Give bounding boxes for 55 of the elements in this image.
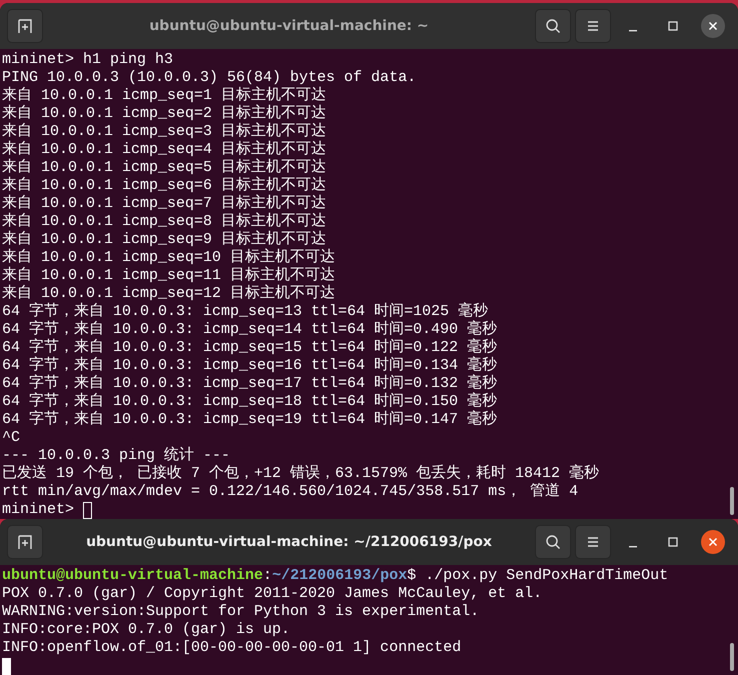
minimize-icon [629, 30, 637, 32]
terminal-line: ^C [2, 429, 22, 447]
terminal-line: 64 字节，来自 10.0.0.3: icmp_seq=15 ttl=64 时间=0.122 毫秒 [2, 339, 498, 356]
terminal-line: mininet> h1 ping h3 [2, 51, 174, 69]
terminal-line: --- 10.0.0.3 ping 统计 --- [2, 447, 232, 464]
terminal-line: WARNING:version:Support for Python 3 is experimental. [2, 603, 480, 621]
terminal-line: 64 字节，来自 10.0.0.3: icmp_seq=16 ttl=64 时间=0.134 毫秒 [2, 357, 498, 374]
terminal-line: 来自 10.0.0.1 icmp_seq=8 目标主机不可达 [2, 213, 328, 230]
terminal-line: INFO:openflow.of_01:[00-00-00-00-00-01 1] connected [2, 639, 462, 657]
terminal-line: 64 字节，来自 10.0.0.3: icmp_seq=17 ttl=64 时间=0.132 毫秒 [2, 375, 498, 392]
terminal-line: PING 10.0.0.3 (10.0.0.3) 56(84) bytes of data. [2, 69, 418, 86]
close-button[interactable] [701, 530, 725, 554]
terminal-line: 64 字节，来自 10.0.0.3: icmp_seq=13 ttl=64 时间=1025 毫秒 [2, 303, 490, 320]
text-cursor [2, 658, 11, 674]
terminal-line: 来自 10.0.0.1 icmp_seq=11 目标主机不可达 [2, 267, 336, 284]
close-icon [707, 20, 719, 32]
search-button[interactable] [535, 525, 571, 559]
maximize-icon [667, 536, 679, 548]
terminal-line: 来自 10.0.0.1 icmp_seq=12 目标主机不可达 [2, 285, 336, 302]
terminal-line: rtt min/avg/max/mdev = 0.122/146.560/1024.745/358.517 ms， 管道 4 [2, 483, 580, 501]
terminal-line: 已发送 19 个包， 已接收 7 个包，+12 错误，63.1579% 包丢失，耗时 18412 毫秒 [2, 465, 600, 483]
maximize-icon [667, 20, 679, 32]
menu-button[interactable] [575, 9, 611, 43]
search-button[interactable] [535, 9, 571, 43]
new-tab-icon [17, 18, 33, 34]
text-cursor [83, 502, 92, 518]
new-tab-button[interactable] [7, 9, 43, 43]
terminal-line: 来自 10.0.0.1 icmp_seq=10 目标主机不可达 [2, 249, 336, 266]
terminal-line: 来自 10.0.0.1 icmp_seq=2 目标主机不可达 [2, 105, 328, 122]
new-tab-icon [17, 534, 33, 550]
terminal-line: 来自 10.0.0.1 icmp_seq=3 目标主机不可达 [2, 123, 328, 140]
terminal-line: 来自 10.0.0.1 icmp_seq=9 目标主机不可达 [2, 231, 328, 248]
terminal-line: 64 字节，来自 10.0.0.3: icmp_seq=14 ttl=64 时间=0.490 毫秒 [2, 321, 498, 338]
terminal-line: 来自 10.0.0.1 icmp_seq=7 目标主机不可达 [2, 195, 328, 212]
search-icon [545, 534, 561, 550]
window-title: ubuntu@ubuntu-virtual-machine: ~ [148, 18, 430, 34]
close-icon [707, 536, 719, 548]
terminal-line: 来自 10.0.0.1 icmp_seq=6 目标主机不可达 [2, 177, 328, 194]
terminal-line: 64 字节，来自 10.0.0.3: icmp_seq=18 ttl=64 时间=0.150 毫秒 [2, 393, 498, 410]
terminal-line: 来自 10.0.0.1 icmp_seq=4 目标主机不可达 [2, 141, 328, 158]
window-title: ubuntu@ubuntu-virtual-machine: ~/212006193/pox [85, 534, 493, 550]
close-button[interactable] [701, 14, 725, 38]
search-icon [545, 18, 561, 34]
scrollbar[interactable] [730, 487, 734, 515]
terminal-line: 来自 10.0.0.1 icmp_seq=5 目标主机不可达 [2, 159, 328, 176]
terminal-prompt: mininet> [2, 501, 76, 519]
menu-button[interactable] [575, 525, 611, 559]
terminal-line: INFO:core:POX 0.7.0 (gar) is up. [2, 621, 292, 639]
terminal-line: POX 0.7.0 (gar) / Copyright 2011-2020 James McCauley, et al. [2, 585, 544, 603]
new-tab-button[interactable] [7, 525, 43, 559]
prompt-line: ubuntu@ubuntu-virtual-machine:~/212006193/pox$ ./pox.py SendPoxHardTimeOut [2, 567, 670, 585]
scrollbar[interactable] [730, 643, 734, 671]
terminal-line: 64 字节，来自 10.0.0.3: icmp_seq=19 ttl=64 时间=0.147 毫秒 [2, 411, 498, 429]
minimize-icon [629, 546, 637, 548]
terminal-line: 来自 10.0.0.1 icmp_seq=1 目标主机不可达 [2, 87, 328, 104]
